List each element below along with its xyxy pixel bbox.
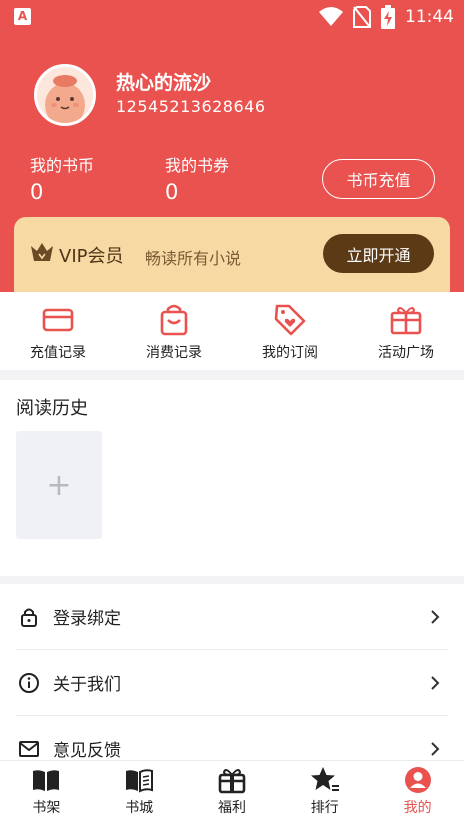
vip-crown-icon (31, 243, 53, 261)
add-book-button[interactable]: + (16, 431, 102, 539)
lock-icon (21, 608, 37, 627)
battery-charging-icon (381, 5, 395, 29)
nav-label: 书城 (125, 800, 154, 816)
quick-item-recharge-records[interactable]: 充值记录 (0, 292, 116, 370)
quick-item-label: 我的订阅 (262, 345, 318, 361)
quick-item-events[interactable]: 活动广场 (348, 292, 464, 370)
profile-header: A 11:44 热心的流沙 12545213628646 我的书币 0 我的书券… (0, 0, 464, 292)
user-name: 热心的流沙 (116, 72, 212, 94)
section-title: 阅读历史 (16, 398, 88, 419)
nav-label: 书架 (32, 800, 61, 816)
avatar[interactable] (34, 64, 96, 126)
vouchers-label[interactable]: 我的书券 (165, 152, 229, 176)
quick-menu: 充值记录 消费记录 我的订阅 活动广场 (0, 292, 464, 370)
vip-activate-button[interactable]: 立即开通 (323, 234, 434, 273)
clock: 11:44 (405, 7, 454, 27)
open-book-icon (33, 770, 60, 791)
chevron-right-icon (431, 609, 440, 624)
info-icon (19, 672, 39, 693)
settings-item-label: 登录绑定 (53, 609, 121, 629)
nav-tab-welfare[interactable]: 福利 (186, 761, 279, 826)
settings-item-feedback[interactable]: 意见反馈 (16, 716, 448, 760)
book-icon (126, 769, 154, 793)
vip-banner[interactable]: VIP会员 畅读所有小说 立即开通 (14, 217, 450, 292)
quick-item-label: 消费记录 (146, 345, 202, 361)
heart-tag-icon (274, 304, 306, 336)
vouchers-value[interactable]: 0 (165, 180, 178, 204)
gift-icon (218, 769, 246, 794)
settings-item-label: 意见反馈 (53, 741, 121, 760)
status-bar: A 11:44 (0, 0, 464, 34)
wifi-icon (319, 7, 343, 26)
nav-label: 排行 (310, 800, 339, 816)
recharge-button[interactable]: 书币充值 (322, 159, 435, 199)
app-notification-icon: A (14, 8, 31, 25)
settings-item-login-binding[interactable]: 登录绑定 (16, 584, 448, 650)
nav-label: 我的 (403, 800, 432, 816)
chevron-right-icon (431, 741, 440, 756)
avatar-character-icon (45, 75, 85, 123)
vip-title: VIP会员 (59, 246, 124, 267)
nav-tab-bookstore[interactable]: 书城 (93, 761, 186, 826)
card-icon (42, 308, 74, 332)
settings-item-label: 关于我们 (53, 675, 121, 695)
quick-item-spending-records[interactable]: 消费记录 (116, 292, 232, 370)
nav-label: 福利 (217, 800, 246, 816)
quick-item-label: 活动广场 (378, 345, 434, 361)
shopping-bag-icon (160, 304, 188, 336)
bottom-navigation: 书架 书城 福利 排行 我的 (0, 760, 464, 826)
quick-item-label: 充值记录 (30, 345, 86, 361)
no-sim-icon (353, 6, 371, 28)
status-icons: 11:44 (319, 4, 454, 30)
reading-history-section: 阅读历史 + (0, 380, 464, 576)
mail-icon (19, 740, 39, 757)
nav-tab-mine[interactable]: 我的 (371, 761, 464, 826)
gift-box-icon (390, 307, 422, 335)
settings-item-about-us[interactable]: 关于我们 (16, 650, 448, 716)
vip-description: 畅读所有小说 (145, 249, 242, 268)
user-id: 12545213628646 (116, 97, 266, 116)
settings-list: 登录绑定 关于我们 意见反馈 (0, 584, 464, 760)
nav-tab-ranking[interactable]: 排行 (278, 761, 371, 826)
quick-item-subscriptions[interactable]: 我的订阅 (232, 292, 348, 370)
user-icon (404, 767, 431, 793)
coins-label[interactable]: 我的书币 (30, 152, 94, 176)
chevron-right-icon (431, 675, 440, 690)
nav-tab-bookshelf[interactable]: 书架 (0, 761, 93, 826)
star-icon (310, 767, 339, 791)
coins-value[interactable]: 0 (30, 180, 43, 204)
